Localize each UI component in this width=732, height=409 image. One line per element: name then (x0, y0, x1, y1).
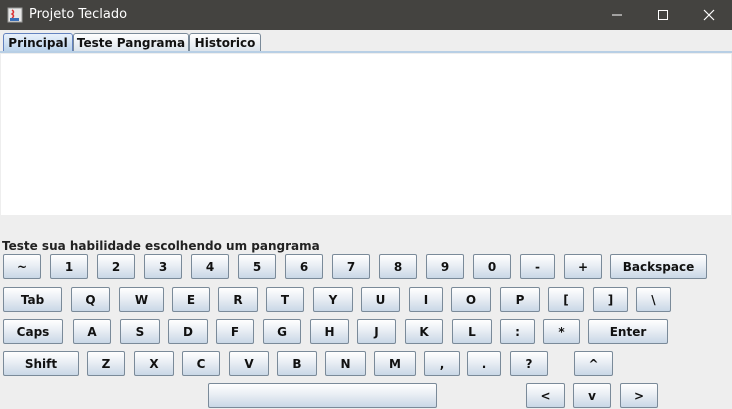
key-tilde[interactable]: ~ (3, 254, 41, 279)
key-2[interactable]: 2 (97, 254, 135, 279)
key-enter[interactable]: Enter (588, 319, 668, 344)
key-backspace[interactable]: Backspace (610, 254, 707, 279)
key-minus[interactable]: - (520, 254, 555, 279)
key-6[interactable]: 6 (285, 254, 323, 279)
title-bar: Projeto Teclado (0, 0, 732, 30)
key-o[interactable]: O (451, 287, 491, 312)
tab-principal[interactable]: Principal (3, 33, 73, 52)
key-caret[interactable]: ^ (574, 351, 613, 376)
key-plus[interactable]: + (564, 254, 602, 279)
key-z[interactable]: Z (87, 351, 125, 376)
key-period[interactable]: . (467, 351, 501, 376)
key-n[interactable]: N (325, 351, 366, 376)
key-asterisk[interactable]: * (543, 319, 580, 344)
key-tab[interactable]: Tab (3, 287, 62, 312)
key-r[interactable]: R (218, 287, 258, 312)
key-9[interactable]: 9 (426, 254, 464, 279)
maximize-icon (658, 10, 668, 20)
key-caps[interactable]: Caps (3, 319, 63, 344)
key-t[interactable]: T (266, 287, 304, 312)
key-8[interactable]: 8 (379, 254, 417, 279)
window-title: Projeto Teclado (29, 7, 128, 22)
key-a[interactable]: A (73, 319, 111, 344)
tab-bar: Principal Teste Pangrama Historico (0, 30, 732, 52)
key-y[interactable]: Y (313, 287, 353, 312)
key-x[interactable]: X (134, 351, 174, 376)
tab-panel-border (0, 51, 732, 53)
key-colon[interactable]: : (500, 319, 535, 344)
maximize-button[interactable] (640, 0, 686, 30)
key-backslash[interactable]: \ (636, 287, 671, 312)
key-w[interactable]: W (119, 287, 164, 312)
key-down[interactable]: v (573, 383, 611, 408)
tab-teste-pangrama[interactable]: Teste Pangrama (73, 33, 189, 51)
key-bracket-left[interactable]: [ (548, 287, 584, 312)
key-c[interactable]: C (182, 351, 220, 376)
close-button[interactable] (686, 0, 732, 30)
tab-historico[interactable]: Historico (189, 33, 261, 51)
key-k[interactable]: K (405, 319, 443, 344)
key-d[interactable]: D (168, 319, 208, 344)
key-comma[interactable]: , (424, 351, 460, 376)
key-i[interactable]: I (409, 287, 443, 312)
key-g[interactable]: G (263, 319, 301, 344)
key-f[interactable]: F (216, 319, 254, 344)
key-p[interactable]: P (500, 287, 540, 312)
key-u[interactable]: U (361, 287, 400, 312)
key-bracket-right[interactable]: ] (593, 287, 628, 312)
minimize-icon (612, 14, 622, 16)
key-3[interactable]: 3 (144, 254, 182, 279)
key-5[interactable]: 5 (238, 254, 276, 279)
key-1[interactable]: 1 (50, 254, 88, 279)
key-left[interactable]: < (526, 383, 565, 408)
key-m[interactable]: M (374, 351, 416, 376)
key-7[interactable]: 7 (332, 254, 370, 279)
close-icon (703, 9, 715, 21)
pangram-hint-label: Teste sua habilidade escolhendo um pangr… (2, 239, 320, 253)
key-e[interactable]: E (172, 287, 210, 312)
key-4[interactable]: 4 (191, 254, 229, 279)
key-v[interactable]: V (229, 351, 269, 376)
text-area[interactable] (1, 54, 731, 215)
key-right[interactable]: > (620, 383, 658, 408)
java-app-icon (7, 7, 23, 23)
key-q[interactable]: Q (71, 287, 110, 312)
key-s[interactable]: S (120, 319, 160, 344)
key-j[interactable]: J (357, 319, 396, 344)
key-question[interactable]: ? (510, 351, 548, 376)
key-h[interactable]: H (310, 319, 349, 344)
key-l[interactable]: L (452, 319, 492, 344)
key-shift[interactable]: Shift (3, 351, 79, 376)
key-0[interactable]: 0 (473, 254, 511, 279)
minimize-button[interactable] (594, 0, 640, 30)
key-b[interactable]: B (277, 351, 317, 376)
key-space[interactable] (208, 383, 437, 408)
